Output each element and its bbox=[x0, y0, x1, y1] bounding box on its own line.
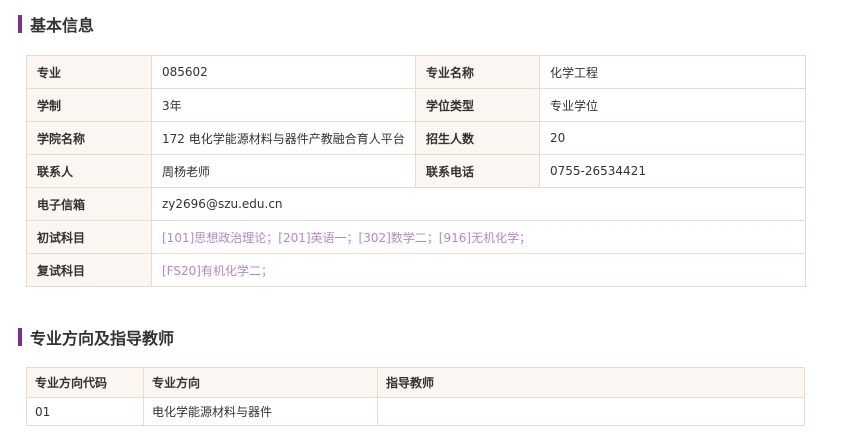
direction-name-cell: 电化学能源材料与器件 bbox=[143, 397, 378, 426]
table-row: 联系人 周杨老师 联系电话 0755-26534421 bbox=[26, 154, 806, 188]
major-code-label: 专业 bbox=[26, 55, 152, 89]
table-row: 电子信箱 zy2696@szu.edu.cn bbox=[26, 187, 806, 221]
major-name-label: 专业名称 bbox=[415, 55, 540, 89]
table-header-row: 专业方向代码 专业方向 指导教师 bbox=[26, 367, 805, 398]
section-title-basic-info: 基本信息 bbox=[18, 12, 94, 36]
section-title-directions: 专业方向及指导教师 bbox=[18, 325, 174, 349]
duration-label: 学制 bbox=[26, 88, 152, 122]
enrollment-label: 招生人数 bbox=[415, 121, 540, 155]
direction-code-cell: 01 bbox=[26, 397, 144, 426]
contact-label: 联系人 bbox=[26, 154, 152, 188]
directions-table: 专业方向代码 专业方向 指导教师 01 电化学能源材料与器件 bbox=[26, 367, 805, 426]
phone-label: 联系电话 bbox=[415, 154, 540, 188]
degree-type-label: 学位类型 bbox=[415, 88, 540, 122]
column-header-direction-code: 专业方向代码 bbox=[26, 367, 144, 398]
section-title-text: 专业方向及指导教师 bbox=[30, 329, 175, 348]
degree-type-value: 专业学位 bbox=[539, 88, 806, 122]
major-code-value: 085602 bbox=[151, 55, 416, 89]
basic-info-table: 专业 085602 专业名称 化学工程 学制 3年 学位类型 专业学位 学院名称… bbox=[26, 55, 806, 287]
duration-value: 3年 bbox=[151, 88, 416, 122]
table-row: 初试科目 [101]思想政治理论；[201]英语一；[302]数学二；[916]… bbox=[26, 220, 806, 254]
college-name-label: 学院名称 bbox=[26, 121, 152, 155]
retest-exam-subjects: [FS20]有机化学二； bbox=[151, 253, 806, 287]
advisor-cell bbox=[377, 397, 805, 426]
email-label: 电子信箱 bbox=[26, 187, 152, 221]
column-header-direction: 专业方向 bbox=[143, 367, 378, 398]
initial-exam-subjects: [101]思想政治理论；[201]英语一；[302]数学二；[916]无机化学； bbox=[151, 220, 806, 254]
retest-exam-label: 复试科目 bbox=[26, 253, 152, 287]
college-name-value: 172 电化学能源材料与器件产教融合育人平台 bbox=[151, 121, 416, 155]
table-row: 学制 3年 学位类型 专业学位 bbox=[26, 88, 806, 122]
major-name-value: 化学工程 bbox=[539, 55, 806, 89]
contact-value: 周杨老师 bbox=[151, 154, 416, 188]
phone-value: 0755-26534421 bbox=[539, 154, 806, 188]
table-row: 学院名称 172 电化学能源材料与器件产教融合育人平台 招生人数 20 bbox=[26, 121, 806, 155]
section-accent-bar bbox=[18, 15, 22, 33]
initial-exam-label: 初试科目 bbox=[26, 220, 152, 254]
table-row: 专业 085602 专业名称 化学工程 bbox=[26, 55, 806, 89]
column-header-advisor: 指导教师 bbox=[377, 367, 805, 398]
table-row: 复试科目 [FS20]有机化学二； bbox=[26, 253, 806, 287]
enrollment-value: 20 bbox=[539, 121, 806, 155]
table-row: 01 电化学能源材料与器件 bbox=[26, 397, 805, 426]
section-title-text: 基本信息 bbox=[30, 16, 95, 35]
section-accent-bar bbox=[18, 328, 22, 346]
email-value: zy2696@szu.edu.cn bbox=[151, 187, 806, 221]
